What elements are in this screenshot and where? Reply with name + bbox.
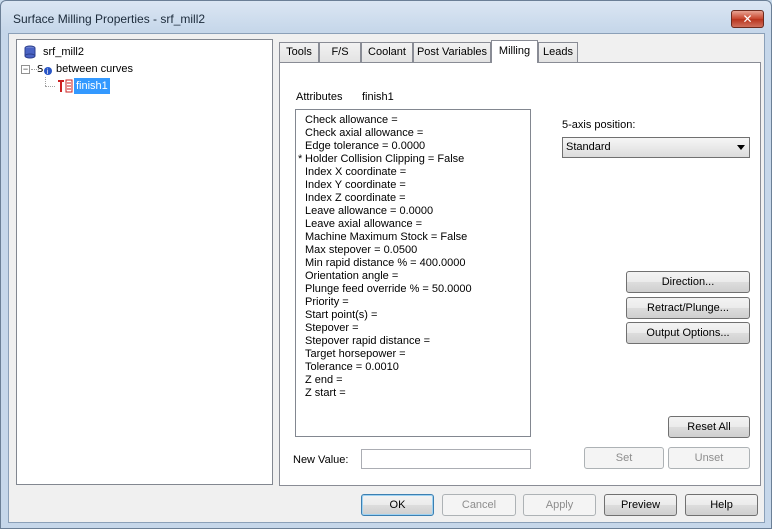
attribute-list-item[interactable]: Stepover = <box>305 322 530 335</box>
attribute-text: Stepover = <box>305 322 359 334</box>
attribute-text: Index Z coordinate = <box>305 192 406 204</box>
tab-tools[interactable]: Tools <box>279 42 319 62</box>
attribute-text: Leave allowance = 0.0000 <box>305 205 434 217</box>
reset-all-button[interactable]: Reset All <box>668 416 750 438</box>
tree-label-leaf: finish1 <box>74 78 110 94</box>
attribute-text: Max stepover = 0.0500 <box>305 244 418 256</box>
tree-connector <box>45 77 46 86</box>
attribute-list-item[interactable]: Z start = <box>305 387 530 400</box>
attribute-list-item[interactable]: Index X coordinate = <box>305 166 530 179</box>
dialog-client: srf_mill2 − S i between curves finish1 T… <box>8 33 765 523</box>
attribute-text: Plunge feed override % = 50.0000 <box>305 283 472 295</box>
attribute-list-item[interactable]: Check axial allowance = <box>305 127 530 140</box>
database-icon <box>24 45 36 59</box>
tab-milling[interactable]: Milling <box>491 40 538 63</box>
dialog-window: Surface Milling Properties - srf_mill2 ✕… <box>0 0 772 529</box>
attribute-text: Z start = <box>305 387 346 399</box>
attribute-text: Target horsepower = <box>305 348 406 360</box>
attribute-text: Leave axial allowance = <box>305 218 423 230</box>
help-button[interactable]: Help <box>685 494 758 516</box>
svg-text:i: i <box>47 68 49 76</box>
attribute-text: Index X coordinate = <box>305 166 407 178</box>
attribute-list-item[interactable]: Index Y coordinate = <box>305 179 530 192</box>
attribute-text: Index Y coordinate = <box>305 179 406 191</box>
attribute-text: Z end = <box>305 374 343 386</box>
attribute-list-item[interactable]: Machine Maximum Stock = False <box>305 231 530 244</box>
attribute-text: Orientation angle = <box>305 270 399 282</box>
attribute-list-item[interactable]: Plunge feed override % = 50.0000 <box>305 283 530 296</box>
attribute-list-item[interactable]: Check allowance = <box>305 114 530 127</box>
new-value-label: New Value: <box>293 454 349 466</box>
unset-button[interactable]: Unset <box>668 447 750 469</box>
dropdown-arrow-icon <box>737 145 745 150</box>
close-icon[interactable]: ✕ <box>731 10 764 28</box>
five-axis-select[interactable]: Standard <box>562 137 750 158</box>
retract-plunge-button[interactable]: Retract/Plunge... <box>626 297 750 319</box>
tab-feeds-speeds[interactable]: F/S <box>319 42 361 62</box>
tab-coolant[interactable]: Coolant <box>361 42 413 62</box>
attribute-list-item[interactable]: Leave allowance = 0.0000 <box>305 205 530 218</box>
attribute-text: Holder Collision Clipping = False <box>305 153 465 165</box>
attribute-list-item[interactable]: Edge tolerance = 0.0000 <box>305 140 530 153</box>
ok-button[interactable]: OK <box>361 494 434 516</box>
direction-button[interactable]: Direction... <box>626 271 750 293</box>
svg-text:S: S <box>37 64 43 75</box>
attribute-list-item[interactable]: Start point(s) = <box>305 309 530 322</box>
attribute-list-item[interactable]: Min rapid distance % = 400.0000 <box>305 257 530 270</box>
preview-button[interactable]: Preview <box>604 494 677 516</box>
attribute-list-item[interactable]: Tolerance = 0.0010 <box>305 361 530 374</box>
attribute-text: Stepover rapid distance = <box>305 335 431 347</box>
operation-tree[interactable]: srf_mill2 − S i between curves finish1 <box>16 39 273 485</box>
title-bar[interactable]: Surface Milling Properties - srf_mill2 ✕ <box>1 1 771 35</box>
attribute-list-item[interactable]: Target horsepower = <box>305 348 530 361</box>
attribute-list-item[interactable]: Z end = <box>305 374 530 387</box>
tree-label-group: between curves <box>56 63 134 75</box>
attributes-listbox[interactable]: Check allowance = Check axial allowance =… <box>295 109 531 437</box>
tree-connector <box>45 86 55 87</box>
attribute-text: Check axial allowance = <box>305 127 424 139</box>
window-title: Surface Milling Properties - srf_mill2 <box>13 12 206 26</box>
operation-group-icon: S i <box>37 64 52 76</box>
attribute-text: Edge tolerance = 0.0000 <box>305 140 426 152</box>
attribute-list-item[interactable]: Priority = <box>305 296 530 309</box>
set-button[interactable]: Set <box>584 447 664 469</box>
five-axis-selected-value: Standard <box>566 141 611 153</box>
attributes-caption: Attributes <box>296 91 343 103</box>
attribute-list-item[interactable]: Leave axial allowance = <box>305 218 530 231</box>
attribute-text: Start point(s) = <box>305 309 378 321</box>
attribute-list-item[interactable]: Orientation angle = <box>305 270 530 283</box>
attribute-list-item[interactable]: Stepover rapid distance = <box>305 335 530 348</box>
tree-collapse-icon[interactable]: − <box>21 65 30 74</box>
cancel-button[interactable]: Cancel <box>442 494 516 516</box>
tab-leads[interactable]: Leads <box>538 42 578 62</box>
apply-button[interactable]: Apply <box>523 494 596 516</box>
attribute-text: Min rapid distance % = 400.0000 <box>305 257 466 269</box>
attribute-list-item[interactable]: * Holder Collision Clipping = False <box>298 153 530 166</box>
milling-tab-panel: Attributes finish1 Check allowance = Chec… <box>279 62 761 486</box>
tab-post-variables[interactable]: Post Variables <box>413 42 491 62</box>
attribute-text: Priority = <box>305 296 349 308</box>
modified-marker: * <box>298 153 303 165</box>
attribute-text: Tolerance = 0.0010 <box>305 361 399 373</box>
tree-label-root: srf_mill2 <box>43 46 84 58</box>
attribute-list-item[interactable]: Index Z coordinate = <box>305 192 530 205</box>
tool-path-icon <box>58 79 73 93</box>
output-options-button[interactable]: Output Options... <box>626 322 750 344</box>
attribute-text: Check allowance = <box>305 114 398 126</box>
new-value-input[interactable] <box>361 449 531 469</box>
attribute-text: Machine Maximum Stock = False <box>305 231 468 243</box>
attributes-operation-name: finish1 <box>362 91 394 103</box>
attribute-list-item[interactable]: Max stepover = 0.0500 <box>305 244 530 257</box>
five-axis-label: 5-axis position: <box>562 119 636 131</box>
